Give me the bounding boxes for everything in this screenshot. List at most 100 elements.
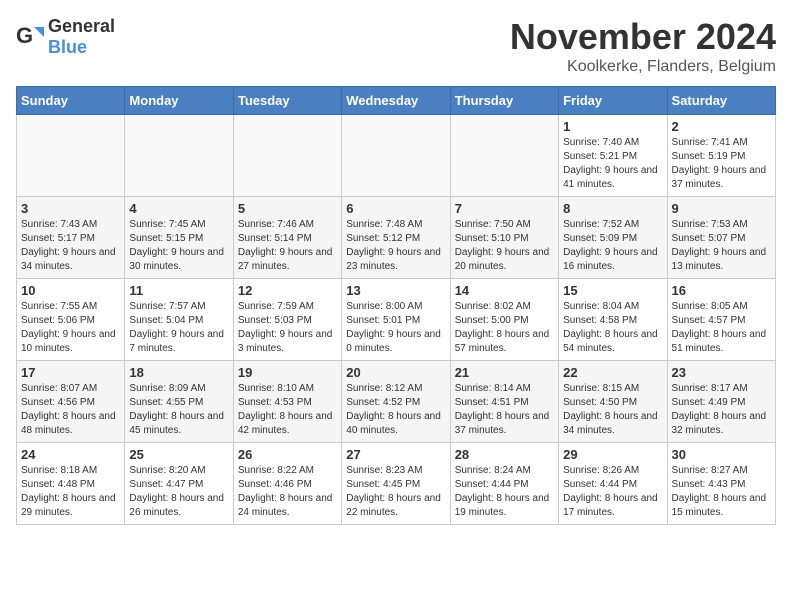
day-number: 20 (346, 365, 445, 380)
calendar-cell: 21 Sunrise: 8:14 AM Sunset: 4:51 PM Dayli… (450, 361, 558, 443)
day-number: 21 (455, 365, 554, 380)
day-info: Sunrise: 8:22 AM Sunset: 4:46 PM Dayligh… (238, 464, 337, 520)
calendar-cell: 10 Sunrise: 7:55 AM Sunset: 5:06 PM Dayli… (17, 279, 125, 361)
day-number: 4 (129, 201, 228, 216)
day-info: Sunrise: 8:26 AM Sunset: 4:44 PM Dayligh… (563, 464, 662, 520)
day-info: Sunrise: 8:12 AM Sunset: 4:52 PM Dayligh… (346, 382, 445, 438)
page-header: G General Blue November 2024 Koolkerke, … (16, 16, 776, 76)
day-info: Sunrise: 7:40 AM Sunset: 5:21 PM Dayligh… (563, 136, 662, 192)
calendar-cell: 22 Sunrise: 8:15 AM Sunset: 4:50 PM Dayli… (559, 361, 667, 443)
day-info: Sunrise: 7:45 AM Sunset: 5:15 PM Dayligh… (129, 218, 228, 274)
calendar-cell: 14 Sunrise: 8:02 AM Sunset: 5:00 PM Dayli… (450, 279, 558, 361)
day-info: Sunrise: 7:41 AM Sunset: 5:19 PM Dayligh… (672, 136, 771, 192)
day-info: Sunrise: 7:52 AM Sunset: 5:09 PM Dayligh… (563, 218, 662, 274)
calendar-cell: 2Sunrise: 7:41 AM Sunset: 5:19 PM Daylig… (667, 115, 775, 197)
calendar-cell: 29 Sunrise: 8:26 AM Sunset: 4:44 PM Dayli… (559, 443, 667, 525)
day-number: 16 (672, 283, 771, 298)
logo-blue: Blue (48, 37, 87, 57)
logo-icon: G (16, 23, 44, 51)
day-info: Sunrise: 7:46 AM Sunset: 5:14 PM Dayligh… (238, 218, 337, 274)
calendar-cell (125, 115, 233, 197)
day-number: 29 (563, 447, 662, 462)
calendar-cell: 7 Sunrise: 7:50 AM Sunset: 5:10 PM Daylig… (450, 197, 558, 279)
week-row-2: 3 Sunrise: 7:43 AM Sunset: 5:17 PM Daylig… (17, 197, 776, 279)
calendar-cell: 26 Sunrise: 8:22 AM Sunset: 4:46 PM Dayli… (233, 443, 341, 525)
calendar-cell: 27 Sunrise: 8:23 AM Sunset: 4:45 PM Dayli… (342, 443, 450, 525)
calendar-cell (450, 115, 558, 197)
logo: G General Blue (16, 16, 115, 58)
day-info: Sunrise: 8:00 AM Sunset: 5:01 PM Dayligh… (346, 300, 445, 356)
calendar-cell: 18Sunrise: 8:09 AM Sunset: 4:55 PM Dayli… (125, 361, 233, 443)
calendar-cell: 16Sunrise: 8:05 AM Sunset: 4:57 PM Dayli… (667, 279, 775, 361)
day-number: 3 (21, 201, 120, 216)
day-info: Sunrise: 7:48 AM Sunset: 5:12 PM Dayligh… (346, 218, 445, 274)
day-number: 9 (672, 201, 771, 216)
calendar-cell: 25Sunrise: 8:20 AM Sunset: 4:47 PM Dayli… (125, 443, 233, 525)
calendar-cell: 4 Sunrise: 7:45 AM Sunset: 5:15 PM Daylig… (125, 197, 233, 279)
month-title: November 2024 (510, 16, 776, 58)
day-number: 11 (129, 283, 228, 298)
week-row-5: 24 Sunrise: 8:18 AM Sunset: 4:48 PM Dayli… (17, 443, 776, 525)
day-info: Sunrise: 7:55 AM Sunset: 5:06 PM Dayligh… (21, 300, 120, 356)
calendar-cell: 6Sunrise: 7:48 AM Sunset: 5:12 PM Daylig… (342, 197, 450, 279)
day-number: 27 (346, 447, 445, 462)
day-info: Sunrise: 7:53 AM Sunset: 5:07 PM Dayligh… (672, 218, 771, 274)
calendar-cell: 9 Sunrise: 7:53 AM Sunset: 5:07 PM Daylig… (667, 197, 775, 279)
calendar-cell: 11 Sunrise: 7:57 AM Sunset: 5:04 PM Dayli… (125, 279, 233, 361)
day-number: 14 (455, 283, 554, 298)
day-info: Sunrise: 7:59 AM Sunset: 5:03 PM Dayligh… (238, 300, 337, 356)
logo-general: General (48, 16, 115, 36)
day-number: 26 (238, 447, 337, 462)
day-info: Sunrise: 8:15 AM Sunset: 4:50 PM Dayligh… (563, 382, 662, 438)
day-info: Sunrise: 8:07 AM Sunset: 4:56 PM Dayligh… (21, 382, 120, 438)
day-info: Sunrise: 8:14 AM Sunset: 4:51 PM Dayligh… (455, 382, 554, 438)
weekday-thursday: Thursday (450, 87, 558, 115)
day-number: 19 (238, 365, 337, 380)
day-info: Sunrise: 8:02 AM Sunset: 5:00 PM Dayligh… (455, 300, 554, 356)
week-row-1: 1Sunrise: 7:40 AM Sunset: 5:21 PM Daylig… (17, 115, 776, 197)
calendar-body: 1Sunrise: 7:40 AM Sunset: 5:21 PM Daylig… (17, 115, 776, 525)
day-number: 10 (21, 283, 120, 298)
day-number: 28 (455, 447, 554, 462)
day-number: 5 (238, 201, 337, 216)
calendar-cell: 1Sunrise: 7:40 AM Sunset: 5:21 PM Daylig… (559, 115, 667, 197)
day-info: Sunrise: 8:20 AM Sunset: 4:47 PM Dayligh… (129, 464, 228, 520)
calendar-cell (17, 115, 125, 197)
day-info: Sunrise: 8:27 AM Sunset: 4:43 PM Dayligh… (672, 464, 771, 520)
day-number: 12 (238, 283, 337, 298)
calendar-cell (342, 115, 450, 197)
title-area: November 2024 Koolkerke, Flanders, Belgi… (510, 16, 776, 76)
day-number: 13 (346, 283, 445, 298)
week-row-3: 10 Sunrise: 7:55 AM Sunset: 5:06 PM Dayli… (17, 279, 776, 361)
day-info: Sunrise: 8:18 AM Sunset: 4:48 PM Dayligh… (21, 464, 120, 520)
day-info: Sunrise: 7:43 AM Sunset: 5:17 PM Dayligh… (21, 218, 120, 274)
calendar-table: SundayMondayTuesdayWednesdayThursdayFrid… (16, 86, 776, 525)
calendar-cell: 17 Sunrise: 8:07 AM Sunset: 4:56 PM Dayli… (17, 361, 125, 443)
day-info: Sunrise: 8:09 AM Sunset: 4:55 PM Dayligh… (129, 382, 228, 438)
day-number: 7 (455, 201, 554, 216)
day-info: Sunrise: 7:50 AM Sunset: 5:10 PM Dayligh… (455, 218, 554, 274)
weekday-sunday: Sunday (17, 87, 125, 115)
calendar-cell: 28Sunrise: 8:24 AM Sunset: 4:44 PM Dayli… (450, 443, 558, 525)
calendar-cell: 24 Sunrise: 8:18 AM Sunset: 4:48 PM Dayli… (17, 443, 125, 525)
weekday-saturday: Saturday (667, 87, 775, 115)
day-number: 22 (563, 365, 662, 380)
day-info: Sunrise: 8:17 AM Sunset: 4:49 PM Dayligh… (672, 382, 771, 438)
day-number: 23 (672, 365, 771, 380)
weekday-header-row: SundayMondayTuesdayWednesdayThursdayFrid… (17, 87, 776, 115)
day-info: Sunrise: 7:57 AM Sunset: 5:04 PM Dayligh… (129, 300, 228, 356)
calendar-cell: 12 Sunrise: 7:59 AM Sunset: 5:03 PM Dayli… (233, 279, 341, 361)
day-info: Sunrise: 8:04 AM Sunset: 4:58 PM Dayligh… (563, 300, 662, 356)
calendar-cell: 23 Sunrise: 8:17 AM Sunset: 4:49 PM Dayli… (667, 361, 775, 443)
calendar-cell: 5 Sunrise: 7:46 AM Sunset: 5:14 PM Daylig… (233, 197, 341, 279)
day-info: Sunrise: 8:23 AM Sunset: 4:45 PM Dayligh… (346, 464, 445, 520)
calendar-cell (233, 115, 341, 197)
day-number: 17 (21, 365, 120, 380)
day-number: 24 (21, 447, 120, 462)
day-number: 30 (672, 447, 771, 462)
calendar-cell: 15Sunrise: 8:04 AM Sunset: 4:58 PM Dayli… (559, 279, 667, 361)
calendar-cell: 8Sunrise: 7:52 AM Sunset: 5:09 PM Daylig… (559, 197, 667, 279)
day-info: Sunrise: 8:10 AM Sunset: 4:53 PM Dayligh… (238, 382, 337, 438)
weekday-tuesday: Tuesday (233, 87, 341, 115)
week-row-4: 17 Sunrise: 8:07 AM Sunset: 4:56 PM Dayli… (17, 361, 776, 443)
